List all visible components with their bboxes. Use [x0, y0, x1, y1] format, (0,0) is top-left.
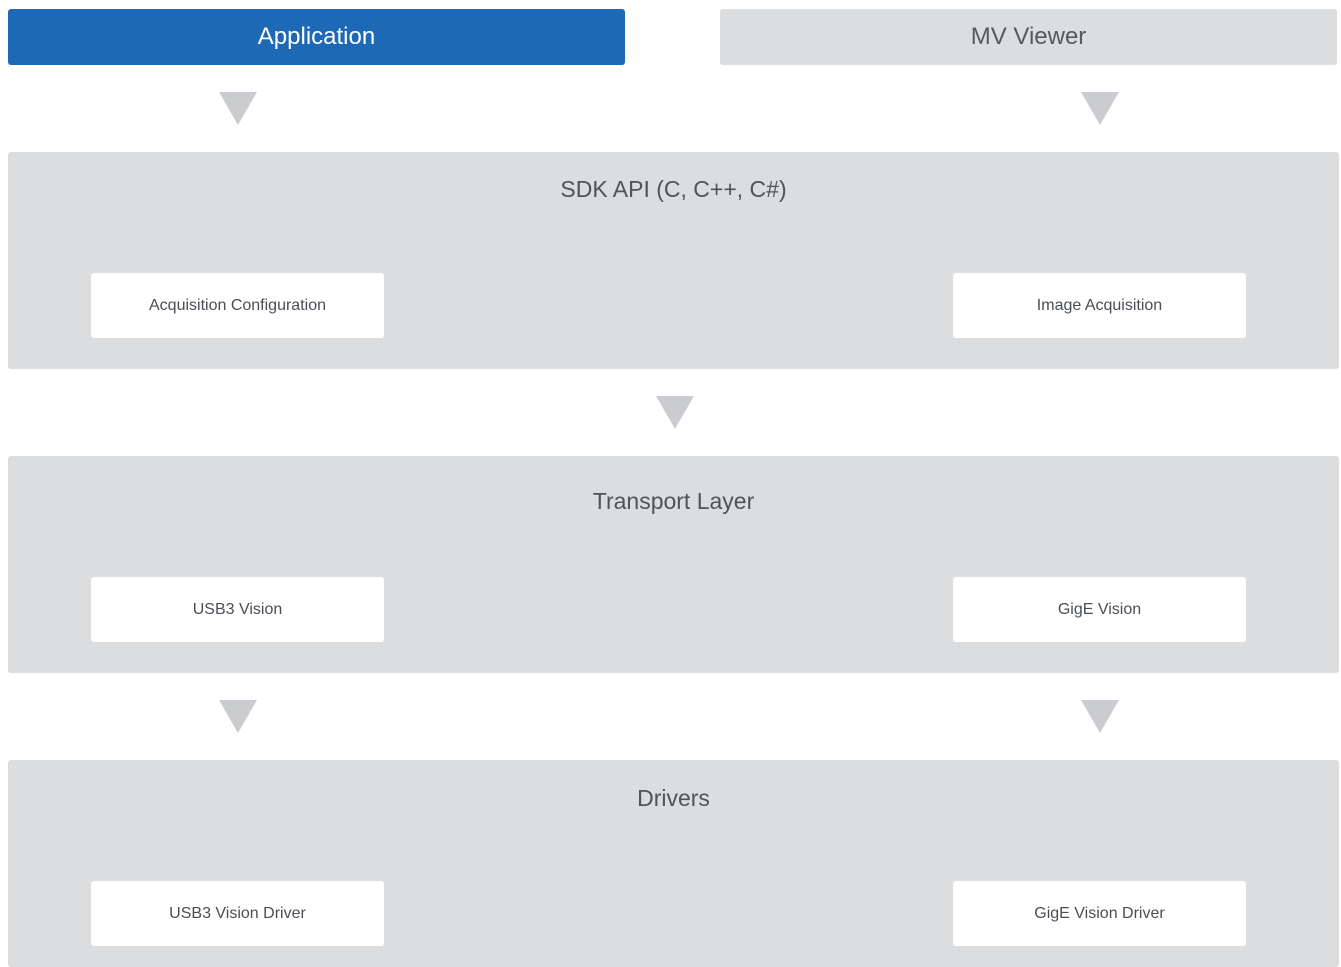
- transport-layer-title: Transport Layer: [592, 488, 755, 514]
- image-acquisition-label: Image Acquisition: [1036, 296, 1163, 314]
- drivers-layer: Drivers USB3 Vision Driver GigE Vision D…: [8, 760, 1339, 967]
- image-acquisition-module: Image Acquisition: [953, 273, 1246, 338]
- acquisition-configuration-module: Acquisition Configuration: [91, 273, 384, 338]
- usb3-vision-driver-module: USB3 Vision Driver: [91, 881, 384, 946]
- mv-viewer-box: MV Viewer: [720, 9, 1337, 65]
- arrow-down-icon: [219, 92, 257, 125]
- acquisition-configuration-label: Acquisition Configuration: [149, 296, 326, 314]
- sdk-api-title: SDK API (C, C++, C#): [560, 176, 787, 202]
- usb3-vision-label: USB3 Vision: [192, 600, 283, 618]
- application-label: Application: [257, 23, 376, 50]
- gige-vision-driver-label: GigE Vision Driver: [1034, 904, 1165, 922]
- arrow-down-icon: [1081, 700, 1119, 733]
- mv-viewer-label: MV Viewer: [970, 23, 1087, 50]
- application-box: Application: [8, 9, 625, 65]
- drivers-title: Drivers: [637, 785, 710, 811]
- usb3-vision-module: USB3 Vision: [91, 577, 384, 642]
- gige-vision-label: GigE Vision: [1057, 600, 1142, 618]
- arrow-down-icon: [219, 700, 257, 733]
- gige-vision-driver-module: GigE Vision Driver: [953, 881, 1246, 946]
- arrow-down-icon: [656, 396, 694, 429]
- gige-vision-module: GigE Vision: [953, 577, 1246, 642]
- sdk-api-layer: SDK API (C, C++, C#) Acquisition Configu…: [8, 152, 1339, 369]
- transport-layer: Transport Layer USB3 Vision GigE Vision: [8, 456, 1339, 673]
- arrow-down-icon: [1081, 92, 1119, 125]
- usb3-vision-driver-label: USB3 Vision Driver: [169, 904, 306, 922]
